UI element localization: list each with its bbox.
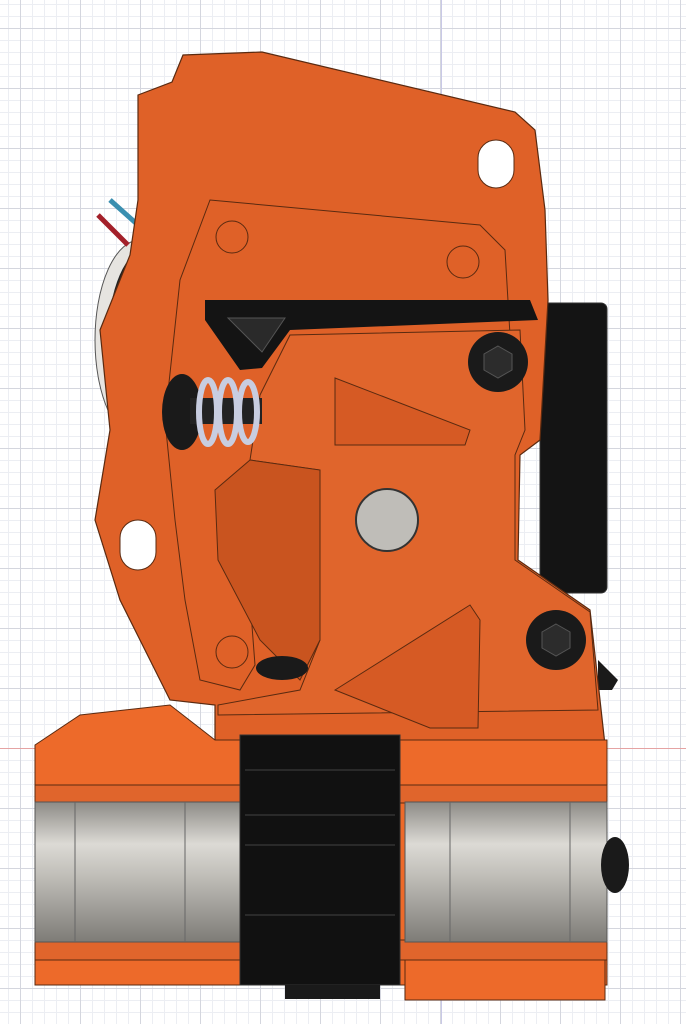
center-bearing [355,488,419,552]
mount-hole-left [119,519,157,571]
mount-hole-top [477,139,515,189]
belt-clamp [239,734,401,999]
linear-bearing-left [34,801,241,943]
bolt-head [256,656,308,680]
bolt-icon [526,610,586,670]
cad-viewport[interactable] [0,0,686,1024]
black-housing [539,302,608,594]
bolt-icon [468,332,528,392]
bolt-tip [598,660,618,690]
linear-bearing-right [404,801,608,943]
tension-spring [162,374,262,450]
